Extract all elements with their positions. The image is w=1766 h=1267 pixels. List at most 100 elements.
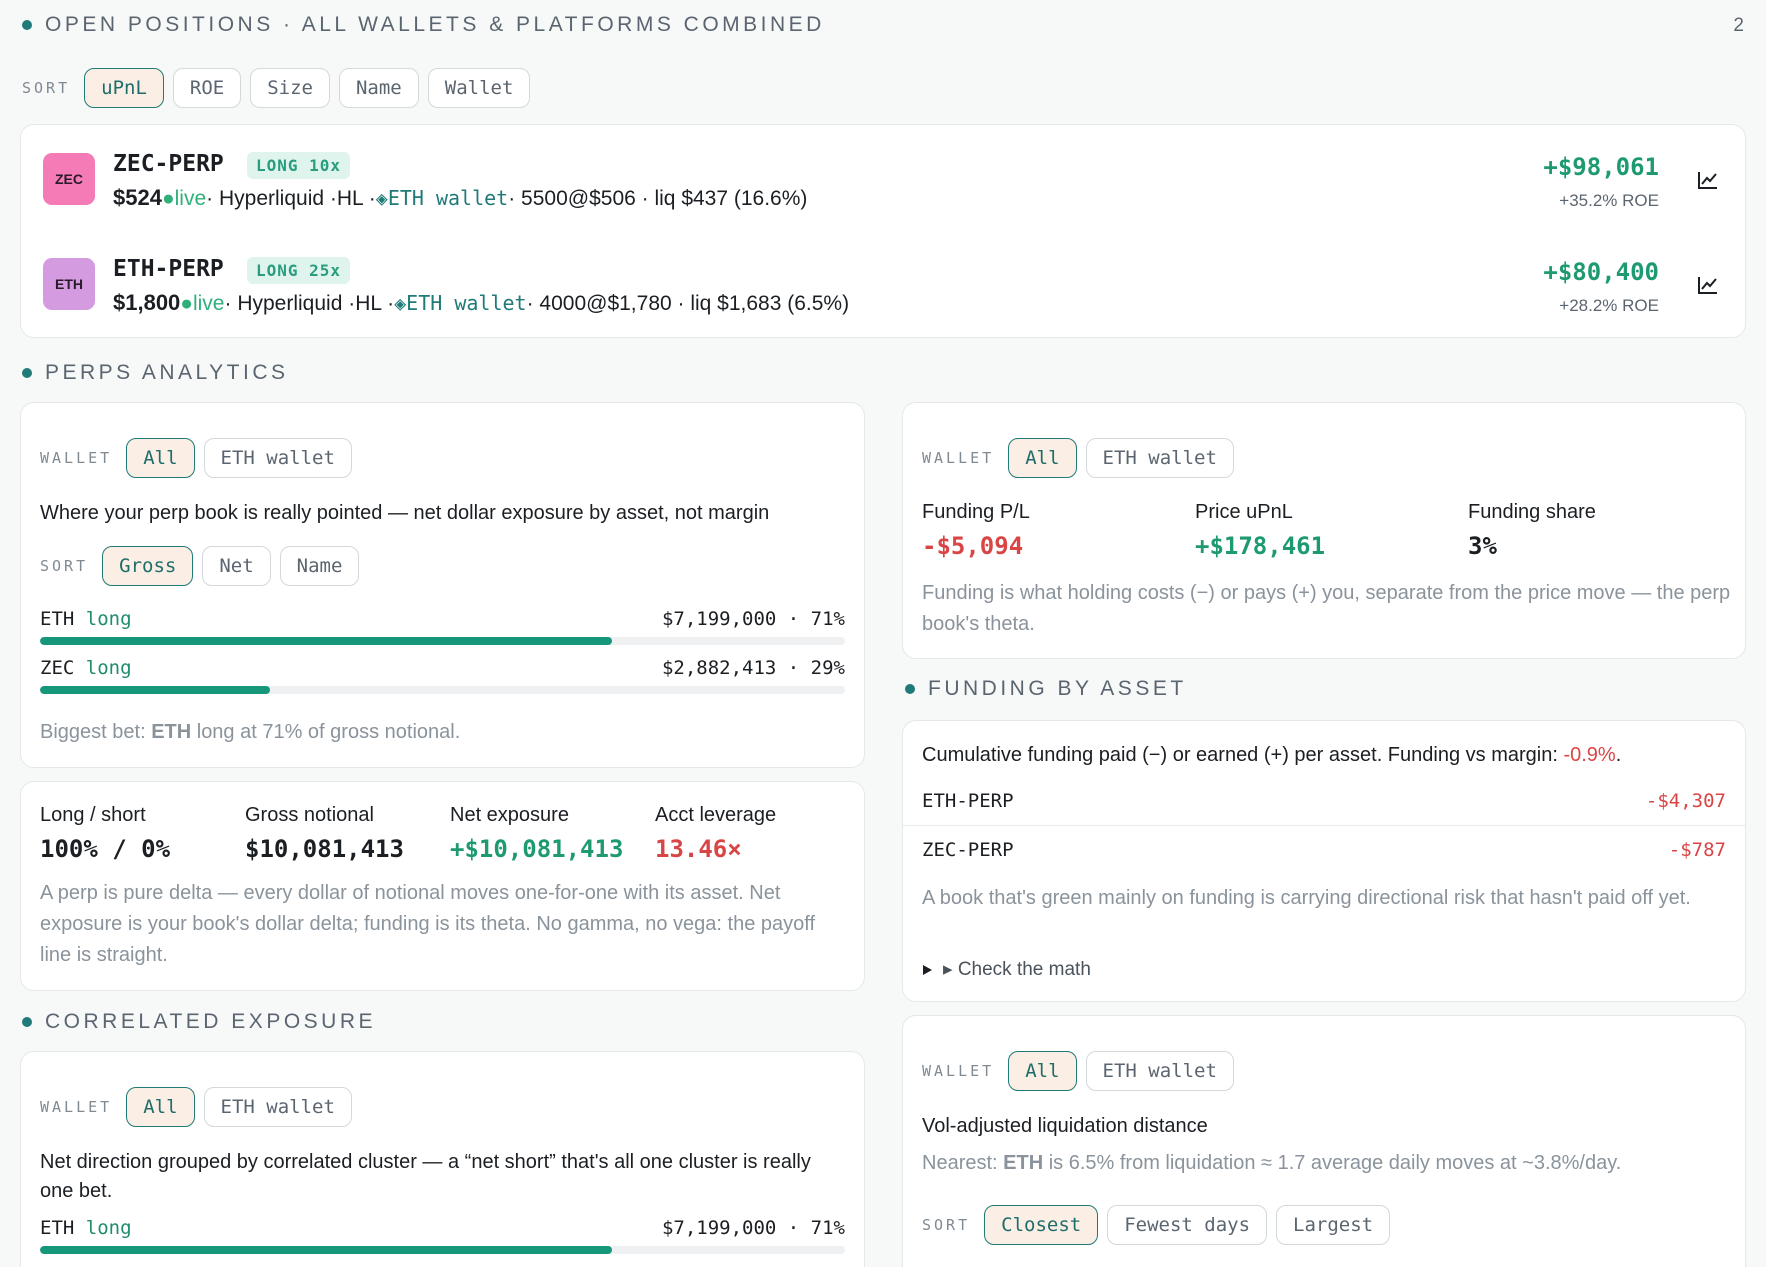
funding-row: ZEC-PERP -$787 bbox=[903, 825, 1745, 873]
sort-roe-button[interactable]: ROE bbox=[172, 68, 242, 108]
sort-size-button[interactable]: Size bbox=[250, 68, 330, 108]
exposure-row-label: ETH long bbox=[40, 608, 132, 630]
wallet-all-button[interactable]: All bbox=[1008, 1051, 1077, 1091]
sort-gross-button[interactable]: Gross bbox=[102, 546, 194, 586]
sort-net-button[interactable]: Net bbox=[202, 546, 271, 586]
position-symbol: ZEC-PERP bbox=[113, 151, 224, 177]
price-upnl-value: +$178,461 bbox=[1195, 532, 1326, 560]
position-upnl: +$98,061 bbox=[1543, 153, 1659, 181]
position-entry-liq: · 5500@$506 · liq $437 (16.6%) bbox=[508, 187, 808, 210]
wallet-eth-button[interactable]: ETH wallet bbox=[203, 438, 352, 478]
position-platform: · Hyperliquid ·HL · bbox=[206, 187, 376, 210]
liquidation-sort-bar: SORT Closest Fewest days Largest bbox=[922, 1205, 1399, 1245]
wallet-all-button[interactable]: All bbox=[126, 1087, 195, 1127]
position-price: $524 bbox=[113, 185, 162, 210]
funding-row-symbol: ZEC-PERP bbox=[922, 838, 1014, 861]
exposure-row-value: $2,882,413 · 29% bbox=[661, 657, 845, 679]
funding-by-asset-description: Cumulative funding paid (−) or earned (+… bbox=[922, 744, 1622, 766]
exposure-row-label: ZEC long bbox=[40, 657, 132, 679]
liquidation-distance-card: WALLET All ETH wallet Vol-adjusted liqui… bbox=[902, 1015, 1746, 1267]
funding-row-symbol: ETH-PERP bbox=[922, 790, 1014, 812]
funding-summary-card: WALLET All ETH wallet Funding P/L -$5,09… bbox=[902, 402, 1746, 659]
position-platform: · Hyperliquid ·HL · bbox=[224, 292, 395, 315]
price-upnl-label: Price uPnL bbox=[1195, 501, 1293, 523]
sort-upnl-button[interactable]: uPnL bbox=[84, 68, 164, 108]
funding-pl-value: -$5,094 bbox=[922, 532, 1024, 560]
check-math-label: ▸ Check the math bbox=[943, 959, 1091, 980]
funding-share-value: 3% bbox=[1468, 532, 1497, 560]
live-indicator: ●live bbox=[161, 187, 207, 210]
position-roe: +35.2% ROE bbox=[1559, 191, 1659, 210]
wallet-filter: WALLET All ETH wallet bbox=[922, 1051, 1243, 1091]
position-side-badge: LONG 25x bbox=[247, 257, 351, 284]
correlated-exposure-title: CORRELATED EXPOSURE bbox=[22, 1010, 376, 1034]
cluster-bar bbox=[40, 1246, 845, 1254]
section-dot-icon bbox=[905, 684, 915, 694]
position-wallet-link[interactable]: ETH wallet bbox=[406, 291, 526, 315]
position-price: $1,800 bbox=[113, 290, 181, 315]
sort-fewest-days-button[interactable]: Fewest days bbox=[1107, 1205, 1268, 1245]
section-dot-icon bbox=[22, 368, 32, 378]
wallet-diamond-icon: ◈ bbox=[394, 291, 407, 315]
exposure-bar bbox=[40, 686, 845, 694]
funding-by-asset-title: FUNDING BY ASSET bbox=[905, 677, 1187, 701]
cluster-bar-fill bbox=[40, 1246, 612, 1254]
nearest-liquidation-note: Nearest: ETH is 6.5% from liquidation ≈ … bbox=[922, 1152, 1622, 1174]
positions-card: ZEC ZEC-PERP LONG 10x $524 ●live · Hyper… bbox=[20, 124, 1746, 338]
sort-closest-button[interactable]: Closest bbox=[984, 1205, 1099, 1245]
gross-notional-value: $10,081,413 bbox=[245, 835, 404, 863]
funding-row-value: -$787 bbox=[1668, 838, 1726, 861]
wallet-eth-button[interactable]: ETH wallet bbox=[1085, 1051, 1234, 1091]
funding-by-asset-card: Cumulative funding paid (−) or earned (+… bbox=[902, 720, 1746, 1002]
line-chart-icon[interactable] bbox=[1693, 165, 1723, 195]
funding-explainer: Funding is what holding costs (−) or pay… bbox=[922, 582, 1731, 635]
open-positions-title-text: OPEN POSITIONS · ALL WALLETS & PLATFORMS… bbox=[45, 13, 825, 36]
net-exposure-label: Net exposure bbox=[450, 804, 569, 826]
open-positions-title: OPEN POSITIONS · ALL WALLETS & PLATFORMS… bbox=[22, 13, 825, 37]
delta-explainer: A perp is pure delta — every dollar of n… bbox=[40, 882, 816, 966]
cluster-row-value: $7,199,000 · 71% bbox=[661, 1217, 845, 1239]
liquidation-title: Vol-adjusted liquidation distance bbox=[922, 1115, 1208, 1137]
perps-analytics-title: PERPS ANALYTICS bbox=[22, 361, 289, 385]
wallet-filter: WALLET All ETH wallet bbox=[922, 438, 1243, 478]
long-short-value: 100% / 0% bbox=[40, 835, 171, 863]
position-details: $1,800 ●live · Hyperliquid ·HL · ◈ ETH w… bbox=[113, 290, 849, 316]
position-wallet-link[interactable]: ETH wallet bbox=[388, 186, 508, 210]
exposure-row-value: $7,199,000 · 71% bbox=[661, 608, 845, 630]
position-row-zec[interactable]: ZEC ZEC-PERP LONG 10x $524 ●live · Hyper… bbox=[21, 129, 1745, 229]
wallet-eth-button[interactable]: ETH wallet bbox=[1085, 438, 1234, 478]
correlated-description: Net direction grouped by correlated clus… bbox=[40, 1151, 811, 1202]
check-math-disclosure[interactable]: ▸ Check the math bbox=[922, 958, 1091, 981]
position-row-eth[interactable]: ETH ETH-PERP LONG 25x $1,800 ●live · Hyp… bbox=[21, 235, 1745, 335]
position-side-badge: LONG 10x bbox=[247, 152, 351, 179]
sort-label: SORT bbox=[22, 79, 71, 97]
line-chart-icon[interactable] bbox=[1693, 270, 1723, 300]
wallet-all-button[interactable]: All bbox=[126, 438, 195, 478]
position-roe: +28.2% ROE bbox=[1559, 296, 1659, 315]
position-symbol: ETH-PERP bbox=[113, 256, 224, 282]
sort-wallet-button[interactable]: Wallet bbox=[427, 68, 531, 108]
biggest-bet-note: Biggest bet: ETH long at 71% of gross no… bbox=[40, 721, 461, 743]
exposure-bar bbox=[40, 637, 845, 645]
disclosure-triangle-icon bbox=[923, 964, 932, 975]
funding-row: ETH-PERP -$4,307 bbox=[903, 777, 1745, 825]
exposure-bar-fill bbox=[40, 637, 612, 645]
exposure-bar-fill bbox=[40, 686, 271, 694]
funding-warning-note: A book that's green mainly on funding is… bbox=[922, 887, 1691, 909]
wallet-filter: WALLET All ETH wallet bbox=[40, 438, 361, 478]
zec-coin-icon: ZEC bbox=[43, 153, 95, 205]
wallet-filter: WALLET All ETH wallet bbox=[40, 1087, 361, 1127]
wallet-eth-button[interactable]: ETH wallet bbox=[203, 1087, 352, 1127]
position-upnl: +$80,400 bbox=[1543, 258, 1659, 286]
net-exposure-value: +$10,081,413 bbox=[450, 835, 624, 863]
wallet-all-button[interactable]: All bbox=[1008, 438, 1077, 478]
positions-sort-bar: SORT uPnL ROE Size Name Wallet bbox=[22, 68, 539, 108]
long-short-label: Long / short bbox=[40, 804, 146, 826]
section-dot-icon bbox=[22, 1017, 32, 1027]
sort-largest-button[interactable]: Largest bbox=[1276, 1205, 1391, 1245]
section-dot-icon bbox=[22, 20, 32, 30]
sort-name-button[interactable]: Name bbox=[338, 68, 419, 108]
sort-name-button[interactable]: Name bbox=[279, 546, 360, 586]
exposure-card: WALLET All ETH wallet Where your perp bo… bbox=[20, 402, 865, 768]
cluster-row-label: ETH long bbox=[40, 1217, 132, 1239]
